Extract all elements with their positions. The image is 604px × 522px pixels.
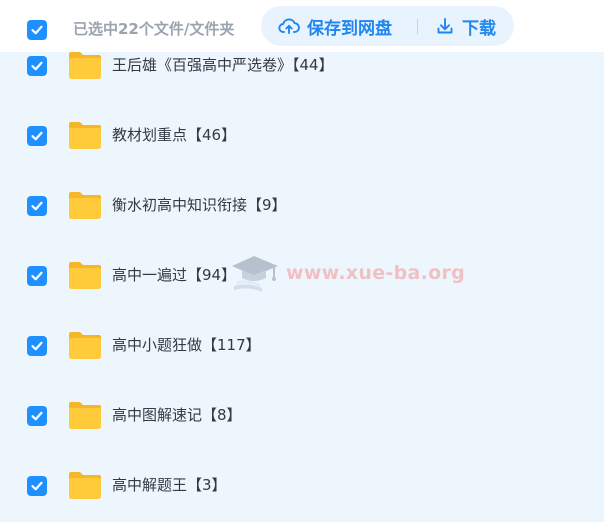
action-pill: 保存到网盘 下载 xyxy=(261,6,514,46)
selection-count-text: 已选中22个文件/文件夹 xyxy=(73,20,235,38)
row-checkbox[interactable] xyxy=(27,476,47,496)
file-row[interactable]: 高中解题王【3】 xyxy=(0,456,604,516)
checkbox-checked-icon xyxy=(31,341,43,351)
folder-icon xyxy=(69,402,101,429)
download-label: 下载 xyxy=(462,18,496,39)
file-selection-page: 已选中22个文件/文件夹 保存到网盘 下载 王后雄《百强高中严选卷》【44】 教… xyxy=(0,0,604,522)
row-checkbox[interactable] xyxy=(27,266,47,286)
file-name[interactable]: 高中小题狂做【117】 xyxy=(112,334,261,356)
selection-toolbar: 已选中22个文件/文件夹 保存到网盘 下载 xyxy=(0,0,604,52)
checkbox-checked-icon xyxy=(31,271,43,281)
file-name[interactable]: 王后雄《百强高中严选卷》【44】 xyxy=(112,54,334,76)
save-to-cloud-label: 保存到网盘 xyxy=(307,18,392,39)
cloud-upload-icon xyxy=(278,15,300,37)
select-all-checkbox[interactable] xyxy=(27,20,47,40)
file-name[interactable]: 高中一遍过【94】 xyxy=(112,264,236,286)
file-row[interactable]: 衡水初高中知识衔接【9】 xyxy=(0,176,604,236)
file-name[interactable]: 衡水初高中知识衔接【9】 xyxy=(112,194,287,216)
file-row[interactable]: 高中小题狂做【117】 xyxy=(0,316,604,376)
download-button[interactable]: 下载 xyxy=(435,6,496,46)
row-checkbox[interactable] xyxy=(27,196,47,216)
download-icon xyxy=(435,16,455,36)
row-checkbox[interactable] xyxy=(27,126,47,146)
folder-icon xyxy=(69,332,101,359)
file-row[interactable]: 高中一遍过【94】 xyxy=(0,246,604,306)
checkbox-checked-icon xyxy=(31,201,43,211)
folder-icon xyxy=(69,472,101,499)
toolbar-divider xyxy=(417,19,418,34)
save-to-cloud-button[interactable]: 保存到网盘 xyxy=(278,6,392,46)
folder-icon xyxy=(69,52,101,79)
row-checkbox[interactable] xyxy=(27,406,47,426)
file-name[interactable]: 教材划重点【46】 xyxy=(112,124,236,146)
folder-icon xyxy=(69,192,101,219)
file-row[interactable]: 高中图解速记【8】 xyxy=(0,386,604,446)
checkbox-checked-icon xyxy=(31,61,43,71)
folder-icon xyxy=(69,122,101,149)
file-name[interactable]: 高中图解速记【8】 xyxy=(112,404,242,426)
row-checkbox[interactable] xyxy=(27,56,47,76)
file-name[interactable]: 高中解题王【3】 xyxy=(112,474,227,496)
checkbox-checked-icon xyxy=(31,25,43,35)
checkbox-checked-icon xyxy=(31,411,43,421)
checkbox-checked-icon xyxy=(31,481,43,491)
checkbox-checked-icon xyxy=(31,131,43,141)
row-checkbox[interactable] xyxy=(27,336,47,356)
folder-icon xyxy=(69,262,101,289)
file-row[interactable]: 教材划重点【46】 xyxy=(0,106,604,166)
